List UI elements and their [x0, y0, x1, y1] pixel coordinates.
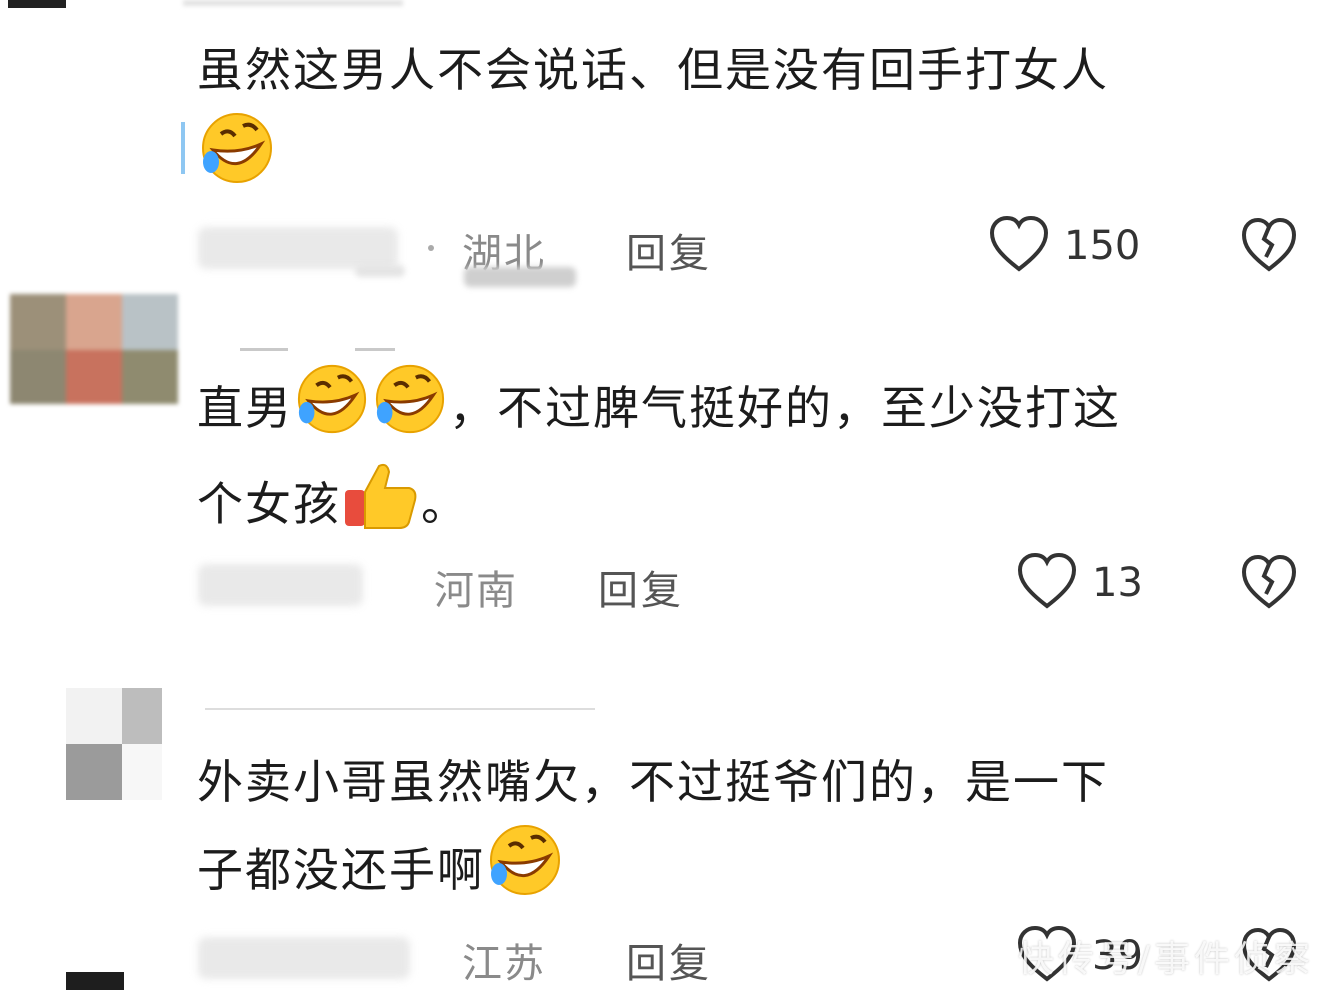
comment-meta: 湖北 回复 150 — [0, 215, 1324, 287]
separator-dot — [428, 245, 434, 251]
rofl-emoji — [373, 362, 447, 460]
bottom-avatar-fragment — [66, 972, 124, 990]
comment-1: 虽然这男人不会说话、但是没有回手打女人 湖北 回复 150 — [0, 0, 1324, 300]
blurred-username — [198, 937, 410, 979]
like-button[interactable] — [1016, 552, 1078, 614]
blurred-username — [198, 564, 363, 606]
comment-text: 外卖小哥虽然嘴欠，不过挺爷们的，是一下 子都没还手啊 — [197, 742, 1312, 922]
rofl-emoji — [199, 110, 275, 210]
comment-meta: 河南 回复 13 — [0, 552, 1324, 614]
rofl-emoji — [295, 362, 369, 460]
broken-heart-icon — [1241, 217, 1297, 272]
avatar — [10, 294, 178, 404]
broken-heart-icon — [1241, 554, 1297, 609]
blue-cursor-mark — [181, 122, 185, 174]
location-label: 江苏 — [462, 941, 546, 987]
comment-2: 直男 ，不过脾气挺好的，至少没打这 个女孩 。 河南 回复 13 — [0, 290, 1324, 650]
like-count: 150 — [1064, 223, 1141, 269]
blurred-username — [198, 227, 398, 269]
comment-text: 虽然这男人不会说话、但是没有回手打女人 — [197, 30, 1312, 210]
dislike-button[interactable] — [1240, 554, 1298, 614]
thumbs-up-emoji — [343, 460, 419, 556]
like-count: 13 — [1092, 560, 1143, 606]
heart-outline-icon — [989, 215, 1049, 272]
avatar — [66, 688, 162, 800]
location-label: 河南 — [434, 568, 518, 614]
rofl-emoji — [487, 822, 563, 922]
reply-button[interactable]: 回复 — [626, 931, 712, 989]
dislike-button[interactable] — [1240, 217, 1298, 277]
like-button[interactable] — [988, 215, 1050, 277]
reply-button[interactable]: 回复 — [598, 558, 684, 616]
reply-button[interactable]: 回复 — [626, 221, 712, 279]
heart-outline-icon — [1017, 552, 1077, 609]
comment-text: 直男 ，不过脾气挺好的，至少没打这 个女孩 。 — [197, 362, 1312, 556]
watermark: 快传号/事件侦察 — [1017, 939, 1314, 980]
